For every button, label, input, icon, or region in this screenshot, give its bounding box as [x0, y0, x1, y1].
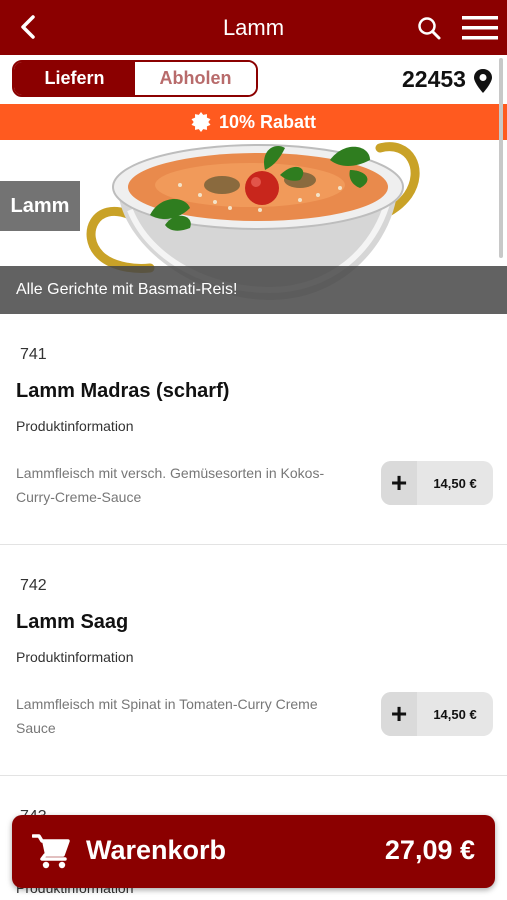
zip-code[interactable]: 22453 — [402, 66, 466, 93]
search-icon[interactable] — [416, 15, 442, 41]
add-to-cart-button[interactable]: + 14,50 € — [381, 692, 493, 736]
cart-button[interactable]: Warenkorb 27,09 € — [12, 815, 495, 888]
product-number: 741 — [20, 346, 47, 363]
location-pin-icon[interactable] — [473, 68, 493, 94]
category-caption: Alle Gerichte mit Basmati-Reis! — [0, 266, 507, 314]
discount-badge-icon — [191, 112, 211, 132]
product-price: 14,50 € — [433, 706, 477, 722]
cart-label: Warenkorb — [86, 835, 227, 865]
discount-text: 10% Rabatt — [218, 111, 317, 132]
deliver-option-button[interactable]: Liefern — [14, 62, 135, 95]
product-description: Lammfleisch mit Spinat in Tomaten-Curry … — [16, 696, 318, 736]
product-info-link[interactable]: Produktinformation — [16, 418, 134, 434]
product-price: 14,50 € — [433, 475, 477, 491]
product-info-link[interactable]: Produktinformation — [16, 649, 134, 665]
product-item: 742 Lamm Saag Produktinformation Lammfle… — [0, 545, 507, 776]
product-name: Lamm Madras (scharf) — [16, 380, 230, 402]
product-item: 741 Lamm Madras (scharf) Produktinformat… — [0, 314, 507, 545]
shopping-cart-icon — [32, 834, 70, 869]
plus-icon[interactable]: + — [381, 461, 417, 505]
discount-banner: 10% Rabatt — [0, 104, 507, 140]
delivery-mode-toggle: Liefern Abholen — [12, 60, 258, 97]
cart-total: 27,09 € — [384, 835, 475, 865]
hamburger-menu-icon[interactable] — [462, 14, 498, 42]
product-name: Lamm Saag — [16, 611, 129, 633]
add-to-cart-button[interactable]: + 14,50 € — [381, 461, 493, 505]
category-hero: Lamm Alle Gerichte mit Basmati-Reis! — [0, 140, 507, 314]
order-options-bar: Liefern Abholen 22453 — [0, 55, 507, 104]
scrollbar[interactable] — [499, 58, 503, 258]
category-label: Lamm — [0, 181, 80, 231]
product-number: 742 — [20, 577, 47, 594]
pickup-option-button[interactable]: Abholen — [135, 62, 256, 95]
plus-icon[interactable]: + — [381, 692, 417, 736]
app-header: Lamm — [0, 0, 507, 55]
product-description: Lammfleisch mit versch. Gemüsesorten in … — [16, 465, 325, 505]
